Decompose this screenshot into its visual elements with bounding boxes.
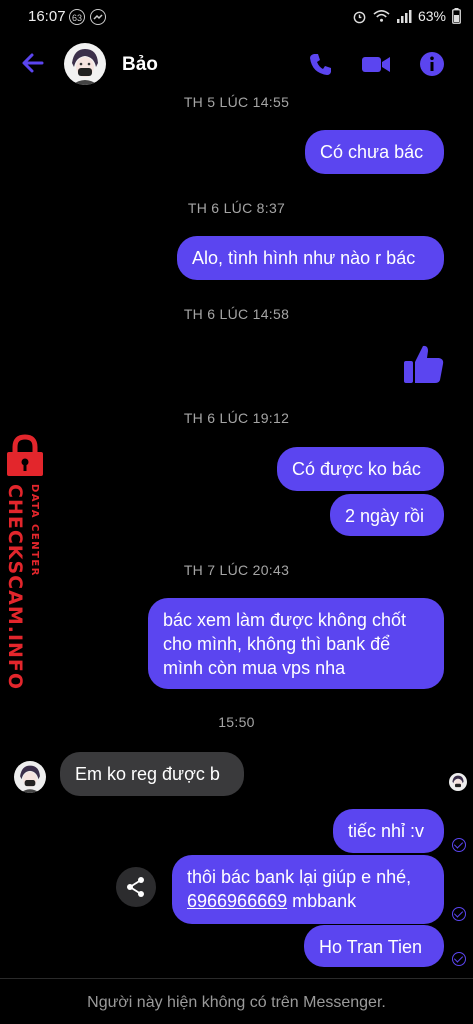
timestamp: TH 6 LÚC 8:37 <box>187 200 286 216</box>
video-call-icon[interactable] <box>361 50 391 78</box>
back-arrow-icon[interactable] <box>18 48 48 78</box>
outgoing-message[interactable]: Ho Tran Tien <box>304 925 444 967</box>
outgoing-message[interactable]: bác xem làm được không chốt cho mình, kh… <box>148 598 444 689</box>
share-button[interactable] <box>116 867 156 907</box>
timestamp: TH 6 LÚC 14:58 <box>183 306 290 322</box>
status-time: 16:07 <box>28 8 66 25</box>
battery-icon <box>452 8 461 24</box>
unavailable-notice: Người này hiện không có trên Messenger. <box>87 994 386 1011</box>
contact-avatar-small[interactable] <box>14 761 46 793</box>
timestamp: 15:50 <box>218 714 255 730</box>
delivered-check-icon <box>452 952 466 966</box>
watermark-subtext: DATA CENTER <box>29 484 40 577</box>
padlock-icon <box>7 434 43 476</box>
outgoing-message[interactable]: Có chưa bác <box>305 130 444 174</box>
incoming-message[interactable]: Em ko reg được b <box>60 752 244 796</box>
outgoing-message[interactable]: Có được ko bác <box>277 447 444 491</box>
phone-icon[interactable] <box>307 50 335 78</box>
outgoing-message[interactable]: tiếc nhỉ :v <box>333 809 444 853</box>
timestamp: TH 6 LÚC 19:12 <box>183 410 290 426</box>
delivered-check-icon <box>452 838 466 852</box>
signal-icon <box>396 10 412 23</box>
info-icon[interactable] <box>418 50 446 78</box>
contact-avatar[interactable] <box>64 43 106 85</box>
outgoing-message[interactable]: 2 ngày rồi <box>330 494 444 536</box>
outgoing-message[interactable]: thôi bác bank lại giúp e nhé, 6966966669… <box>172 855 444 924</box>
divider <box>0 978 473 979</box>
account-number-link[interactable]: 6966966669 <box>187 891 287 911</box>
status-icons: 63% <box>352 8 461 24</box>
message-text: mbbank <box>287 891 357 911</box>
wifi-icon <box>373 10 390 22</box>
status-bar: 16:07 63 63% <box>0 0 473 34</box>
watermark-text: CHECKSCAM.INFO <box>4 484 26 691</box>
delivered-check-icon <box>452 907 466 921</box>
messenger-icon <box>90 9 106 25</box>
timestamp: TH 7 LÚC 20:43 <box>183 562 290 578</box>
conversation-header: Bảo <box>0 34 473 94</box>
message-text: thôi bác bank lại giúp e nhé, <box>187 867 412 887</box>
notification-count-icon: 63 <box>69 9 85 25</box>
timestamp: TH 5 LÚC 14:55 <box>183 94 290 110</box>
seen-avatar <box>449 773 467 791</box>
thumbs-up-icon[interactable] <box>401 342 445 386</box>
contact-name[interactable]: Bảo <box>122 54 158 76</box>
battery-percent: 63% <box>417 8 446 24</box>
alarm-icon <box>353 11 366 23</box>
share-icon <box>127 877 144 897</box>
outgoing-message[interactable]: Alo, tình hình như nào r bác <box>177 236 444 280</box>
